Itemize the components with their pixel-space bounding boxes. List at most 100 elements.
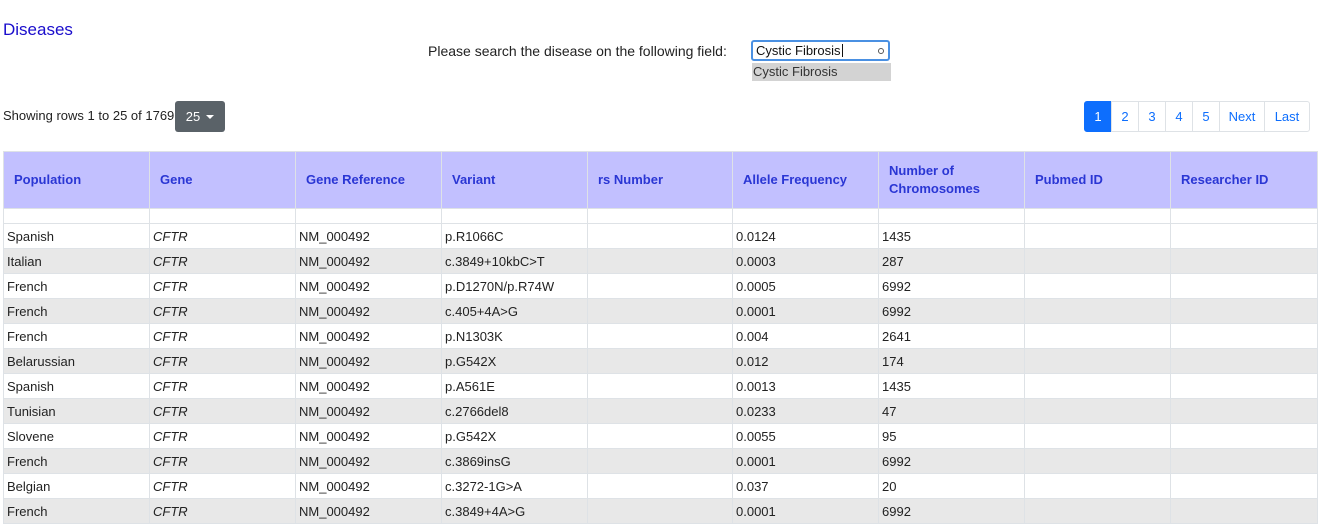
cell-variant: p.G542X [441,423,588,449]
table-row: French CFTR NM_000492 c.3849+4A>G 0.0001 6992 [3,498,1318,524]
cell-number-of-chromosomes: 20 [878,473,1025,499]
cell-gene: CFTR [149,398,296,424]
column-header-pubmed-id[interactable]: Pubmed ID [1024,151,1171,209]
page-size-value: 25 [185,109,201,124]
cell-allele-frequency: 0.0001 [732,298,879,324]
cell-number-of-chromosomes: 6992 [878,498,1025,524]
cell-variant: p.G542X [441,348,588,374]
column-header-variant[interactable]: Variant [441,151,588,209]
cell-pubmed-id [1024,323,1171,349]
cell-variant: p.A561E [441,373,588,399]
cell-allele-frequency: 0.037 [732,473,879,499]
cell-number-of-chromosomes: 1435 [878,373,1025,399]
column-header-rs-number[interactable]: rs Number [587,151,733,209]
table-row: Belarussian CFTR NM_000492 p.G542X 0.012 174 [3,348,1318,374]
table-row: Slovene CFTR NM_000492 p.G542X 0.0055 95 [3,423,1318,449]
clear-icon[interactable] [878,48,884,54]
cell-researcher-id [1170,348,1318,374]
cell-population: Spanish [3,373,150,399]
table-row: French CFTR NM_000492 p.N1303K 0.004 2641 [3,323,1318,349]
cell-pubmed-id [1024,223,1171,249]
cell-pubmed-id [1024,248,1171,274]
cell-rs-number [587,298,733,324]
cell-pubmed-id [1024,473,1171,499]
cell-allele-frequency: 0.0055 [732,423,879,449]
cell-rs-number [587,423,733,449]
column-header-population[interactable]: Population [3,151,150,209]
page-1-button[interactable]: 1 [1084,101,1112,132]
cell-population: Spanish [3,223,150,249]
cell-number-of-chromosomes: 287 [878,248,1025,274]
column-header-gene-reference[interactable]: Gene Reference [295,151,442,209]
disease-search-input[interactable]: Cystic Fibrosis [751,40,890,61]
cell-population: French [3,448,150,474]
cell-gene: CFTR [149,223,296,249]
cell-gene-reference: NM_000492 [295,398,442,424]
cell-pubmed-id [1024,448,1171,474]
cell-number-of-chromosomes: 47 [878,398,1025,424]
cell-gene-reference: NM_000492 [295,373,442,399]
cell-allele-frequency: 0.0124 [732,223,879,249]
cell-population: French [3,323,150,349]
column-header-number-of-chromosomes[interactable]: Number of Chromosomes [878,151,1025,209]
cell-gene-reference: NM_000492 [295,348,442,374]
cell-gene: CFTR [149,473,296,499]
cell-number-of-chromosomes: 1435 [878,223,1025,249]
cell-gene-reference: NM_000492 [295,248,442,274]
cell-gene-reference: NM_000492 [295,498,442,524]
cell-gene: CFTR [149,323,296,349]
table-row: French CFTR NM_000492 c.405+4A>G 0.0001 6992 [3,298,1318,324]
page-3-button[interactable]: 3 [1138,101,1166,132]
cell-researcher-id [1170,498,1318,524]
cell-gene: CFTR [149,248,296,274]
cell-rs-number [587,448,733,474]
text-caret [841,44,843,57]
table-row: Belgian CFTR NM_000492 c.3272-1G>A 0.037 20 [3,473,1318,499]
cell-population: Italian [3,248,150,274]
search-input-value: Cystic Fibrosis [756,43,841,58]
cell-gene: CFTR [149,273,296,299]
cell-allele-frequency: 0.0003 [732,248,879,274]
autocomplete-suggestion[interactable]: Cystic Fibrosis [752,63,891,81]
cell-population: French [3,498,150,524]
column-header-researcher-id[interactable]: Researcher ID [1170,151,1318,209]
table-row: Spanish CFTR NM_000492 p.R1066C 0.0124 1435 [3,223,1318,249]
column-header-gene[interactable]: Gene [149,151,296,209]
page-4-button[interactable]: 4 [1165,101,1193,132]
page-size-dropdown[interactable]: 25 [175,101,225,132]
cell-pubmed-id [1024,373,1171,399]
cell-researcher-id [1170,423,1318,449]
last-page-button[interactable]: Last [1264,101,1310,132]
page-2-button[interactable]: 2 [1111,101,1139,132]
cell-pubmed-id [1024,273,1171,299]
cell-researcher-id [1170,323,1318,349]
cell-rs-number [587,248,733,274]
cell-allele-frequency: 0.0005 [732,273,879,299]
cell-allele-frequency: 0.0013 [732,373,879,399]
table-row: French CFTR NM_000492 c.3869insG 0.0001 6992 [3,448,1318,474]
cell-variant: c.405+4A>G [441,298,588,324]
next-page-button[interactable]: Next [1219,101,1265,132]
cell-number-of-chromosomes: 6992 [878,448,1025,474]
cell-researcher-id [1170,223,1318,249]
cell-rs-number [587,473,733,499]
cell-population: Belgian [3,473,150,499]
cell-gene-reference: NM_000492 [295,448,442,474]
column-header-allele-frequency[interactable]: Allele Frequency [732,151,879,209]
cell-pubmed-id [1024,498,1171,524]
cell-allele-frequency: 0.0001 [732,498,879,524]
cell-researcher-id [1170,398,1318,424]
page-5-button[interactable]: 5 [1192,101,1220,132]
cell-number-of-chromosomes: 6992 [878,298,1025,324]
cell-population: French [3,273,150,299]
cell-variant: c.3849+10kbC>T [441,248,588,274]
cell-variant: p.R1066C [441,223,588,249]
cell-rs-number [587,498,733,524]
cell-rs-number [587,373,733,399]
filter-row [3,208,1318,224]
page-title: Diseases [3,20,73,39]
cell-gene-reference: NM_000492 [295,423,442,449]
cell-gene-reference: NM_000492 [295,473,442,499]
cell-pubmed-id [1024,348,1171,374]
cell-rs-number [587,273,733,299]
